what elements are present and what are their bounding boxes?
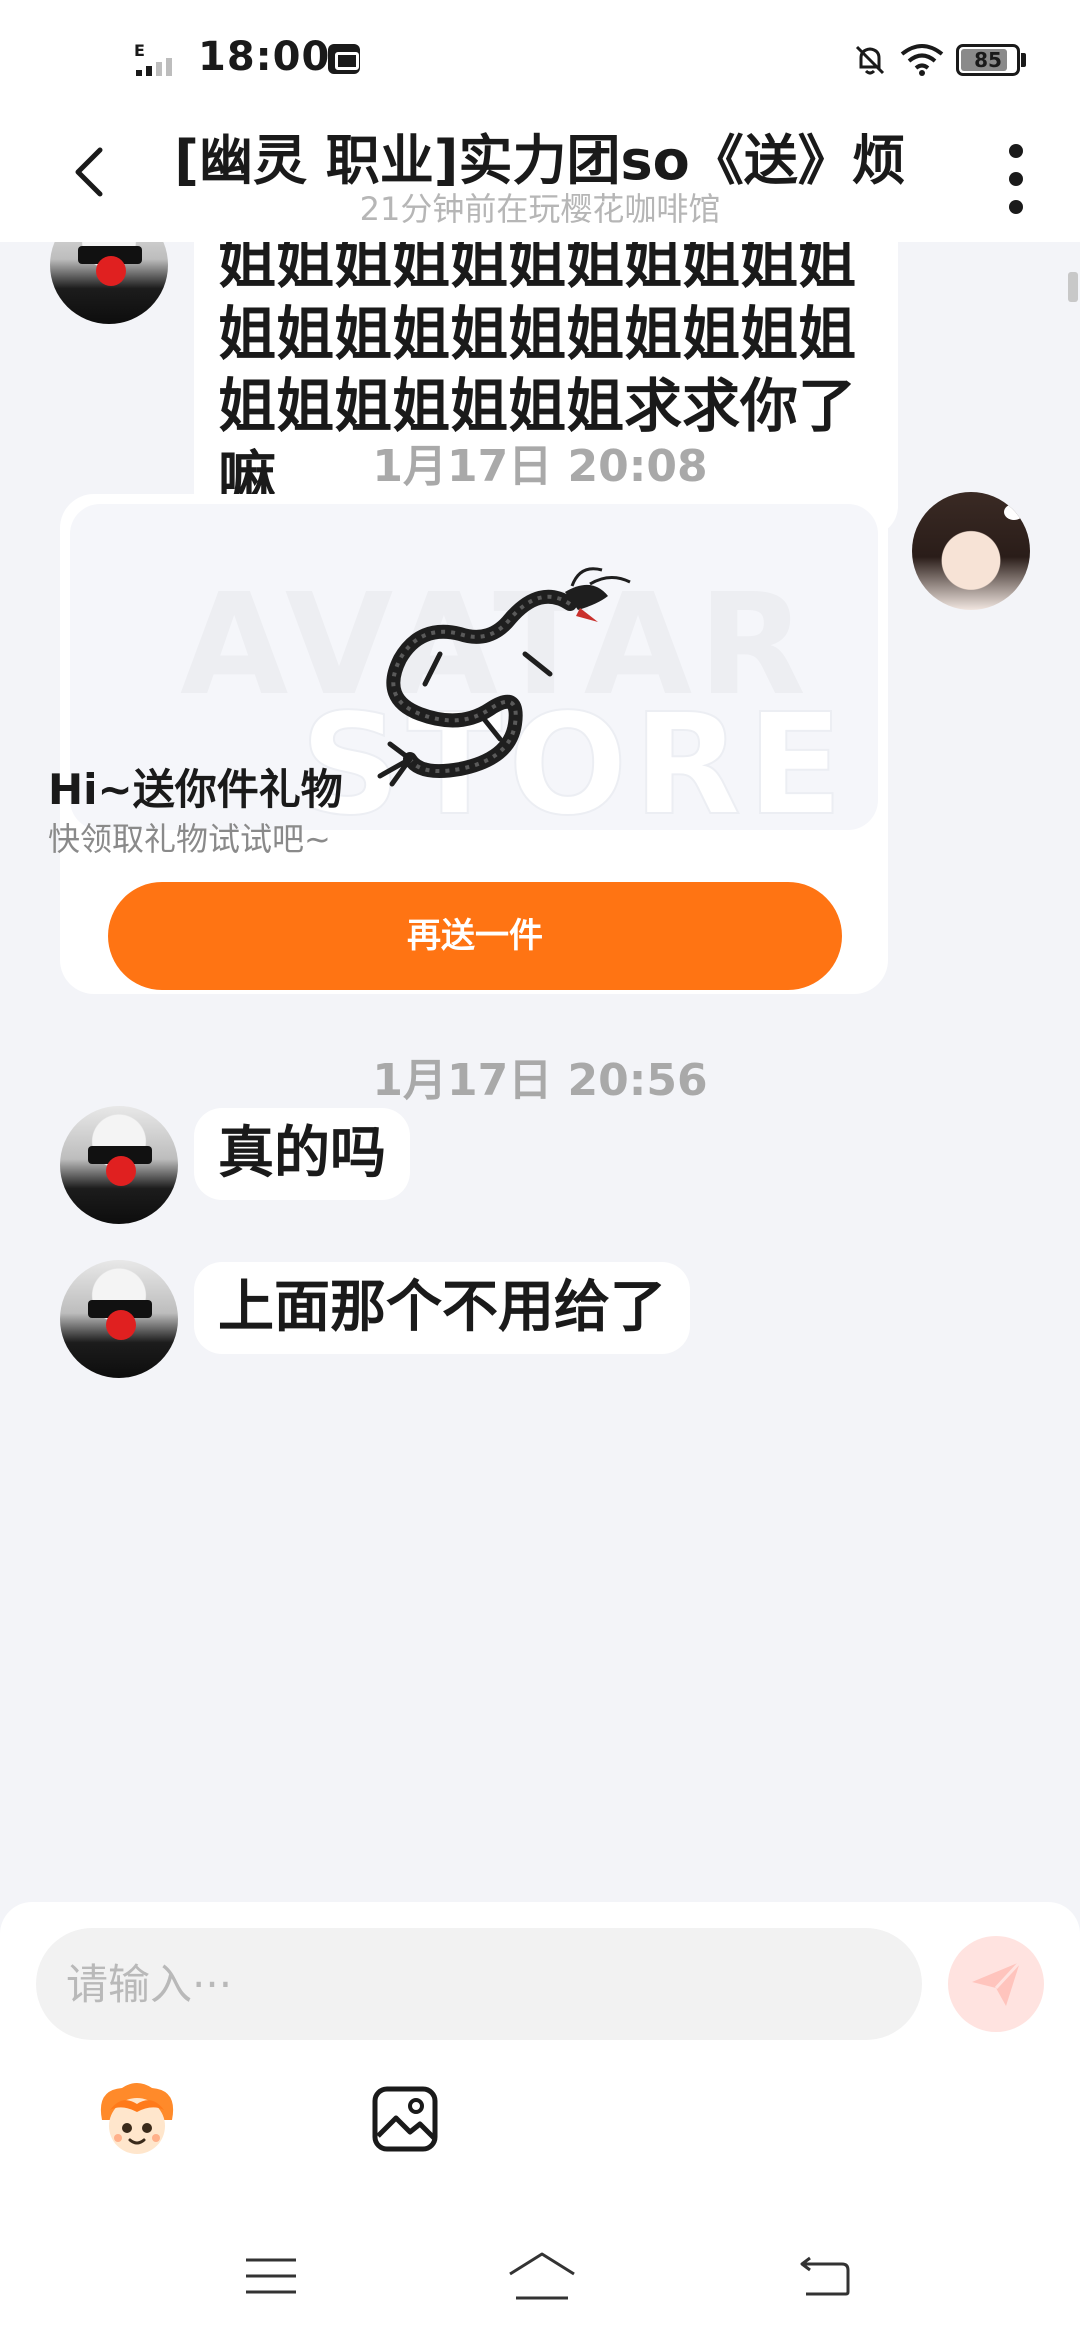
dragon-image — [377, 567, 631, 787]
my-avatar[interactable] — [912, 492, 1030, 610]
avatar[interactable] — [50, 242, 168, 324]
more-vertical-icon[interactable] — [996, 144, 1036, 216]
battery-level: 85 — [974, 48, 1002, 72]
svg-text:E: E — [134, 41, 145, 60]
menu-icon[interactable] — [244, 2256, 298, 2296]
chat-messages[interactable]: 可以送我吗姐姐姐姐姐姐姐姐姐姐姐姐姐姐姐姐姐姐姐姐姐姐姐姐姐姐姐姐姐姐姐姐姐姐姐… — [0, 242, 1080, 1902]
scrollbar[interactable] — [1068, 272, 1078, 302]
chat-subtitle: 21分钟前在玩樱花咖啡馆 — [359, 190, 721, 228]
back-arrow-icon[interactable] — [60, 140, 124, 204]
avatar[interactable] — [60, 1106, 178, 1224]
message-timestamp: 1月17日 20:08 — [372, 441, 708, 492]
chat-header: [幽灵 职业]实力团so《送》烦 21分钟前在玩樱花咖啡馆 — [0, 110, 1080, 242]
send-icon — [972, 1960, 1022, 2006]
send-another-gift-button[interactable]: 再送一件 — [108, 882, 842, 990]
message-bubble: 真的吗 — [194, 1108, 410, 1200]
status-time: 18:00 — [198, 34, 331, 80]
home-icon[interactable] — [506, 2250, 578, 2302]
avatar[interactable] — [60, 1260, 178, 1378]
gift-subtitle: 快领取礼物试试吧~ — [48, 820, 331, 858]
message-timestamp: 1月17日 20:56 — [372, 1055, 708, 1106]
status-bar: E 18:00 85 — [0, 0, 1080, 110]
back-icon[interactable] — [796, 2254, 852, 2298]
bell-muted-icon — [855, 45, 885, 75]
message-input[interactable] — [36, 1928, 922, 2040]
battery-cap — [1021, 53, 1026, 67]
signal-icon: E — [134, 41, 172, 76]
notification-icon — [328, 44, 360, 74]
message-bubble: 上面那个不用给了 — [194, 1262, 690, 1354]
wifi-icon — [900, 44, 944, 76]
image-icon[interactable] — [370, 2084, 440, 2154]
gift-card: AVATAR STORE 再送一件 — [60, 494, 888, 994]
send-button[interactable] — [948, 1936, 1044, 2032]
emoji-mascot-icon[interactable] — [92, 2080, 182, 2160]
battery-indicator: 85 — [956, 44, 1020, 76]
gift-title: Hi~送你件礼物 — [48, 765, 343, 814]
